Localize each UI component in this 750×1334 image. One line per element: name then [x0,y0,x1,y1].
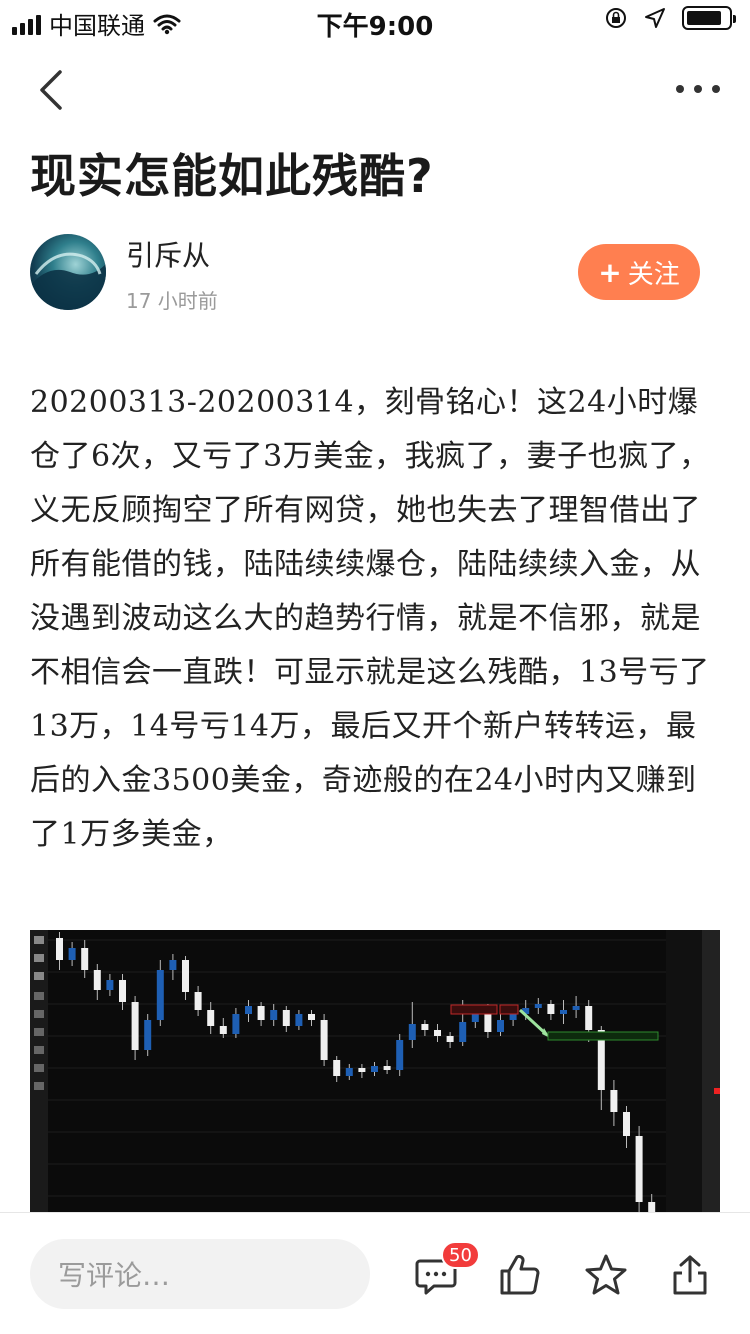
author-name[interactable]: 引斥从 [126,234,210,274]
candle-body [320,1020,328,1060]
candle-body [534,1004,542,1008]
candle-body [383,1066,391,1070]
candle-body [219,1026,227,1034]
candle-body [81,948,89,970]
candle-body [257,1006,265,1020]
plus-icon: + [598,255,622,289]
candle-body [119,980,126,1002]
candle-body [408,1024,416,1040]
candle-body [345,1068,353,1076]
candlestick-graphic [30,930,720,1214]
candle-body [144,1020,152,1050]
candle-body [56,938,63,960]
comment-count-badge: 50 [441,1241,480,1269]
thumbs-up-icon[interactable] [498,1253,542,1297]
trading-chart-image[interactable] [30,930,720,1214]
status-bar: 中国联通 下午9:00 [0,0,750,42]
candle-body [610,1090,618,1112]
candle-body [572,1006,580,1010]
orientation-lock-icon [606,8,626,28]
post-time: 17 小时前 [126,289,218,313]
candle-body [547,1004,555,1014]
status-right [604,6,736,30]
candle-body [371,1066,378,1072]
candle-body [434,1030,441,1036]
candle-body [560,1010,567,1014]
candle-body [623,1112,630,1136]
author-avatar[interactable] [30,234,106,310]
candle-body [182,960,189,992]
candle-body [245,1006,252,1014]
candle-body [207,1010,215,1026]
candle-body [358,1068,366,1072]
candle-body [232,1014,240,1034]
follow-button[interactable]: + 关注 [578,244,700,300]
candle-body [446,1036,454,1042]
candle-body [585,1006,593,1030]
candle-body [131,1002,139,1050]
candle-body [169,960,177,970]
more-dots-icon[interactable] [676,78,720,100]
candle-body [68,948,76,960]
candle-body [509,1014,517,1020]
candle-body [194,992,202,1010]
bottom-bar: 写评论… 50 [0,1212,750,1334]
star-icon[interactable] [584,1253,628,1297]
article-body: 20200313-20200314，刻骨铭心！这24小时爆仓了6次，又亏了3万美… [30,385,710,852]
candle-body [635,1136,643,1202]
candle-body [93,970,101,990]
follow-label: 关注 [627,259,680,290]
location-arrow-icon [645,8,665,28]
article-title: 现实怎能如此残酷? [30,149,434,203]
candle-body [308,1014,315,1020]
comment-input[interactable]: 写评论… [30,1239,370,1309]
candle-body [396,1040,404,1070]
candle-body [333,1060,341,1076]
candle-body [156,970,164,1020]
candle-body [270,1010,278,1020]
share-icon[interactable] [668,1253,712,1297]
candle-body [106,980,114,990]
battery-icon [682,6,736,30]
candle-body [295,1014,303,1026]
candle-body [497,1020,504,1032]
wave-image [30,252,106,310]
candle-body [282,1010,290,1026]
chevron-left-icon[interactable] [34,68,74,112]
candle-body [421,1024,429,1030]
candle-body [459,1022,467,1042]
